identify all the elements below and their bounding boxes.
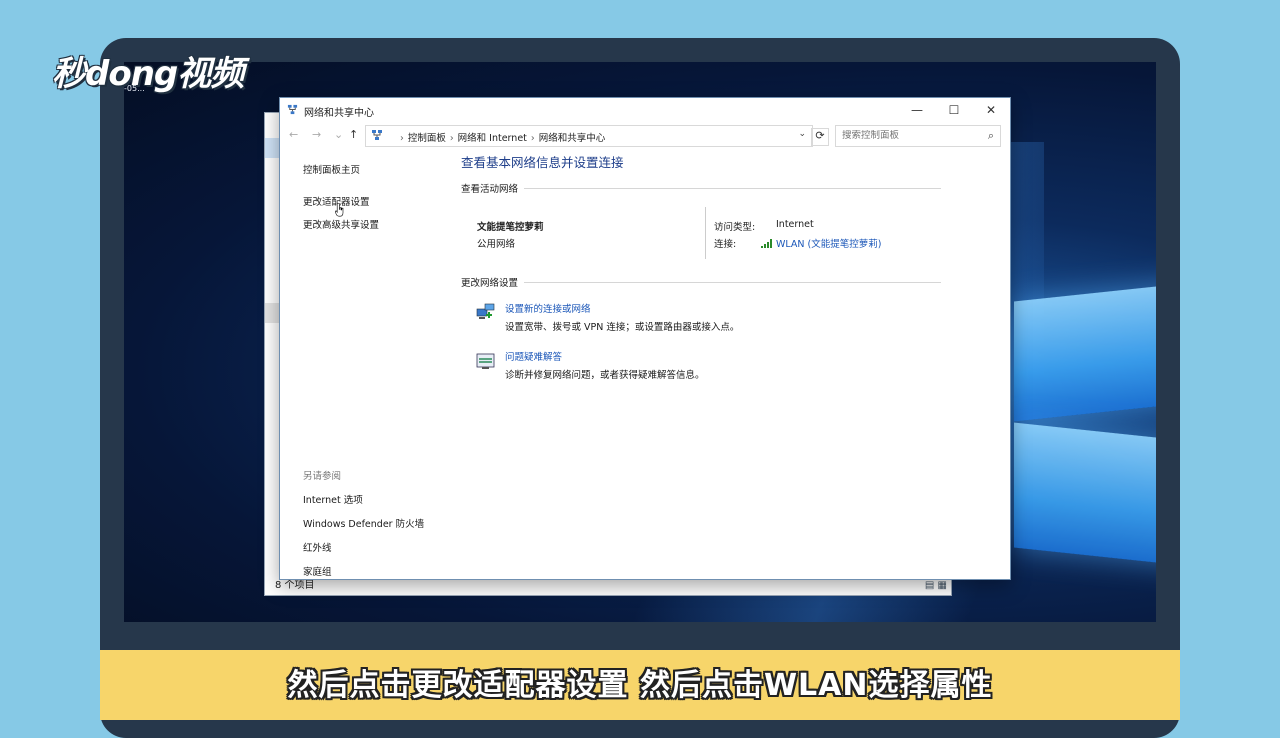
page-title: 查看基本网络信息并设置连接: [461, 155, 624, 170]
change-settings-header: 更改网络设置: [461, 275, 941, 289]
breadcrumb-network-internet[interactable]: 网络和 Internet: [458, 133, 527, 144]
window-title: 网络和共享中心: [304, 108, 374, 119]
troubleshoot-task: 问题疑难解答 诊断并修复网络问题，或者获得疑难解答信息。: [475, 349, 941, 397]
troubleshoot-link[interactable]: 问题疑难解答: [505, 349, 562, 363]
hand-cursor-icon: [335, 203, 344, 217]
scroll-strip: [265, 303, 280, 323]
active-networks-label: 查看活动网络: [461, 184, 519, 195]
internet-options-link[interactable]: Internet 选项: [303, 492, 473, 506]
control-panel-home-link[interactable]: 控制面板主页: [303, 162, 453, 176]
divider: [705, 207, 706, 259]
view-toggle-icon[interactable]: ▤ ▦: [925, 580, 947, 591]
address-bar-row: ← → ⌄ ↑ ›控制面板›网络和 Internet›网络和共享中心 ⌄ ⟳ ⌕: [280, 125, 1010, 147]
title-bar[interactable]: 网络和共享中心 — ☐ ✕: [280, 98, 1010, 122]
left-pane: 控制面板主页 更改适配器设置 更改高级共享设置: [303, 162, 453, 240]
see-also-section: 另请参阅 Internet 选项 Windows Defender 防火墙 红外…: [303, 468, 473, 588]
defender-firewall-link[interactable]: Windows Defender 防火墙: [303, 516, 473, 530]
wifi-signal-icon: [761, 239, 772, 248]
windows-logo-icon: [1014, 262, 1156, 592]
forward-button[interactable]: →: [312, 128, 321, 141]
control-panel-icon: [372, 130, 382, 140]
troubleshoot-icon: [476, 353, 495, 369]
connection-label: 连接:: [714, 239, 737, 250]
minimize-button[interactable]: —: [899, 101, 935, 119]
search-icon[interactable]: ⌕: [988, 129, 994, 143]
video-subtitle: 然后点击更改适配器设置 然后点击WLAN选择属性: [287, 668, 993, 703]
search-box[interactable]: ⌕: [835, 125, 1001, 147]
wlan-connection-link[interactable]: WLAN (文能提笔控萝莉): [761, 236, 881, 250]
main-pane: 查看基本网络信息并设置连接 查看活动网络 文能提笔控萝莉 公用网络 访问类型: …: [461, 152, 941, 397]
brand-logo: 秒dong视频: [52, 54, 244, 94]
change-adapter-settings-link[interactable]: 更改适配器设置: [303, 194, 453, 208]
troubleshoot-desc: 诊断并修复网络问题，或者获得疑难解答信息。: [505, 370, 705, 381]
breadcrumb-separator: ›: [449, 133, 454, 144]
access-type-value: Internet: [776, 219, 814, 230]
active-network: 文能提笔控萝莉 公用网络 访问类型: Internet 连接: WLAN (文能…: [461, 203, 941, 275]
wlan-connection-label[interactable]: WLAN (文能提笔控萝莉): [776, 239, 881, 250]
back-button[interactable]: ←: [289, 128, 298, 141]
selection-strip: [265, 138, 280, 158]
up-button[interactable]: ↑: [349, 128, 358, 141]
homegroup-link[interactable]: 家庭组: [303, 564, 473, 578]
brand-sub: -05...: [124, 84, 145, 93]
new-connection-icon: [476, 303, 495, 319]
breadcrumb-separator: ›: [530, 133, 535, 144]
refresh-button[interactable]: ⟳: [811, 128, 829, 146]
breadcrumb: › 控制面板 › 网络和 Internet › 网络和共享中心: [396, 130, 605, 144]
active-networks-header: 查看活动网络: [461, 181, 941, 195]
address-bar[interactable]: › 控制面板 › 网络和 Internet › 网络和共享中心 ⌄: [365, 125, 813, 147]
network-name: 文能提笔控萝莉: [477, 222, 544, 233]
network-sharing-center-window[interactable]: 网络和共享中心 — ☐ ✕ ← → ⌄ ↑ › 控制面板 › 网络和 Internet…: [279, 97, 1011, 580]
close-button[interactable]: ✕: [973, 101, 1009, 119]
network-icon: [287, 104, 298, 115]
new-connection-task: 设置新的连接或网络 设置宽带、拨号或 VPN 连接；或设置路由器或接入点。: [475, 301, 941, 349]
infrared-link[interactable]: 红外线: [303, 540, 473, 554]
maximize-button[interactable]: ☐: [936, 101, 972, 119]
change-settings-label: 更改网络设置: [461, 278, 519, 289]
breadcrumb-control-panel[interactable]: 控制面板: [408, 133, 446, 144]
search-input[interactable]: [842, 130, 972, 141]
setup-new-connection-link[interactable]: 设置新的连接或网络: [505, 301, 591, 315]
setup-new-connection-desc: 设置宽带、拨号或 VPN 连接；或设置路由器或接入点。: [505, 322, 740, 333]
chevron-down-icon[interactable]: ⌄: [798, 129, 806, 139]
breadcrumb-separator: ›: [400, 133, 404, 144]
network-type: 公用网络: [477, 239, 516, 250]
see-also-header: 另请参阅: [303, 471, 342, 482]
access-type-label: 访问类型:: [714, 222, 756, 233]
recent-locations-button[interactable]: ⌄: [334, 128, 343, 141]
breadcrumb-network-sharing[interactable]: 网络和共享中心: [539, 133, 606, 144]
change-advanced-sharing-link[interactable]: 更改高级共享设置: [303, 217, 453, 231]
